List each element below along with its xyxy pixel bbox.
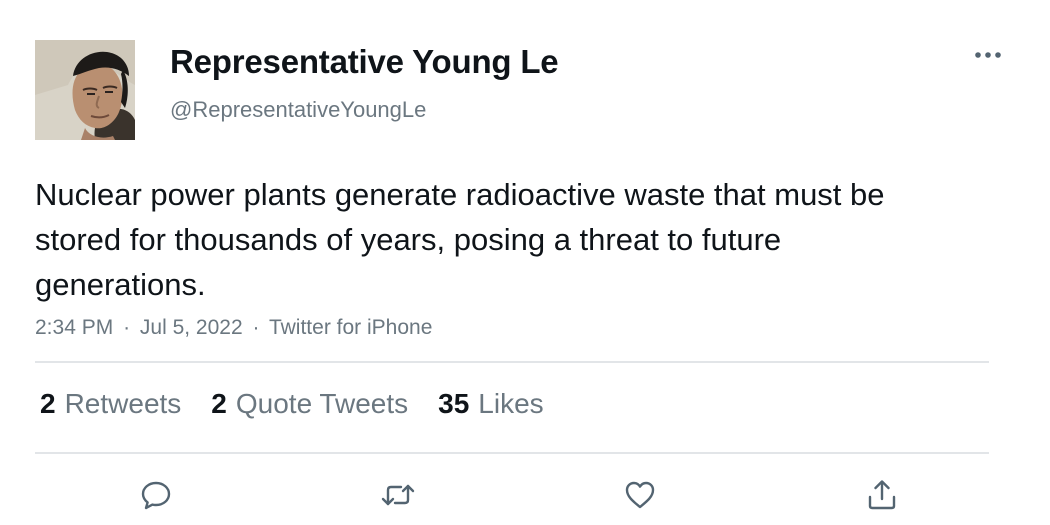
user-handle[interactable]: @RepresentativeYoungLe bbox=[170, 97, 426, 123]
heart-icon bbox=[625, 481, 655, 509]
avatar[interactable] bbox=[35, 40, 135, 140]
tweet-time[interactable]: 2:34 PM bbox=[35, 316, 113, 339]
retweets-stat[interactable]: 2 Retweets bbox=[40, 388, 181, 420]
likes-label: Likes bbox=[478, 388, 544, 419]
more-options-icon bbox=[975, 52, 1001, 58]
display-name[interactable]: Representative Young Le bbox=[170, 43, 559, 81]
likes-count: 35 bbox=[438, 388, 470, 419]
retweet-button[interactable] bbox=[378, 475, 418, 515]
profile-photo bbox=[35, 40, 135, 140]
divider bbox=[35, 361, 989, 363]
likes-stat[interactable]: 35 Likes bbox=[438, 388, 544, 420]
retweets-count: 2 bbox=[40, 388, 56, 419]
share-icon bbox=[868, 480, 896, 510]
tweet-actions bbox=[0, 475, 1050, 515]
tweet-date[interactable]: Jul 5, 2022 bbox=[140, 316, 243, 339]
reply-icon bbox=[141, 481, 171, 510]
retweets-label: Retweets bbox=[64, 388, 182, 419]
share-button[interactable] bbox=[862, 475, 902, 515]
tweet-source[interactable]: Twitter for iPhone bbox=[269, 316, 432, 339]
meta-separator: · bbox=[252, 316, 260, 339]
tweet-card: Representative Young Le @RepresentativeY… bbox=[0, 0, 1050, 525]
divider bbox=[35, 452, 989, 454]
like-button[interactable] bbox=[620, 475, 660, 515]
quote-tweets-count: 2 bbox=[211, 388, 227, 419]
tweet-text: Nuclear power plants generate radioactiv… bbox=[35, 177, 885, 302]
quote-tweets-label: Quote Tweets bbox=[235, 388, 409, 419]
quote-tweets-stat[interactable]: 2 Quote Tweets bbox=[211, 388, 408, 420]
more-options-button[interactable] bbox=[970, 40, 1006, 70]
tweet-metadata: 2:34 PM · Jul 5, 2022 · Twitter for iPho… bbox=[35, 316, 432, 340]
meta-separator: · bbox=[123, 316, 131, 339]
engagement-stats: 2 Retweets 2 Quote Tweets 35 Likes bbox=[40, 388, 574, 420]
retweet-icon bbox=[381, 484, 415, 506]
reply-button[interactable] bbox=[136, 475, 176, 515]
